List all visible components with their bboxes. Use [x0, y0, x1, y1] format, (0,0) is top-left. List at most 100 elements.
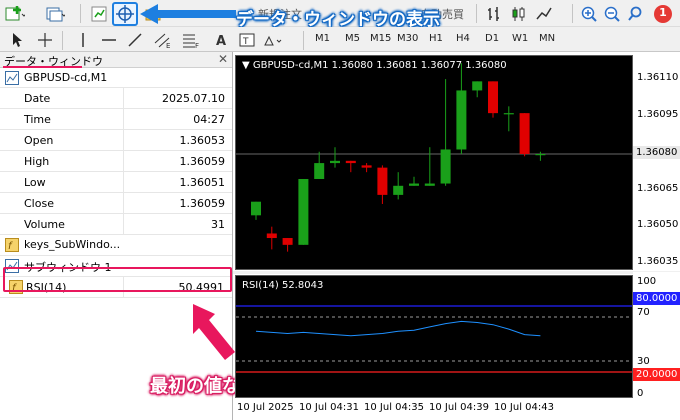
timeframe-w1[interactable]: W1 [512, 33, 528, 44]
zoom-out-button[interactable] [601, 3, 623, 24]
zoom-out-icon [604, 6, 620, 22]
timeframe-m15[interactable]: M15 [370, 33, 391, 44]
horizontal-line-icon [102, 38, 116, 41]
zoom-in-button[interactable] [578, 3, 600, 24]
timeframe-m5[interactable]: M5 [345, 33, 360, 44]
label-tool-button[interactable]: T [236, 29, 258, 50]
candle-body [393, 185, 404, 195]
close-icon[interactable]: ✕ [218, 52, 228, 66]
fibonacci-icon: F [183, 34, 199, 49]
vertical-line-button[interactable] [72, 29, 94, 50]
symbol-row: GBPUSD-cd,M1 [0, 68, 232, 88]
candle [424, 147, 435, 186]
current-price-tag: 1.36080 [633, 146, 680, 159]
profiles-icon [46, 7, 65, 21]
rsi-subwindow[interactable]: RSI(14) 52.8043 [235, 275, 633, 398]
cursor-button[interactable] [6, 29, 28, 50]
cursor-icon [13, 32, 22, 47]
indicator-label: keys_SubWindo... [24, 238, 121, 251]
line-chart-button[interactable] [533, 3, 555, 24]
timeframe-d1[interactable]: D1 [485, 33, 499, 44]
text-icon: A [216, 34, 226, 49]
candle [314, 151, 325, 179]
timeframe-mn[interactable]: MN [539, 33, 555, 44]
market-watch-button[interactable] [88, 3, 110, 24]
candle [282, 238, 293, 252]
svg-text:E: E [166, 42, 170, 49]
new-chart-icon [5, 5, 25, 20]
price-tick: 1.36095 [637, 109, 679, 120]
time-scale[interactable]: 10 Jul 2025 10 Jul 04:31 10 Jul 04:35 10… [233, 398, 680, 420]
candle [535, 151, 546, 161]
table-row: Low 1.36051 [0, 172, 232, 193]
indicator-icon: f [5, 238, 19, 252]
candlestick-icon [512, 6, 525, 21]
text-tool-button[interactable]: A [210, 29, 232, 50]
row-key: Low [24, 176, 46, 189]
candle [251, 201, 261, 220]
candle [488, 81, 498, 118]
vertical-line-icon [82, 32, 84, 47]
crosshair-icon [116, 4, 134, 23]
row-key: Time [24, 113, 51, 126]
drawing-toolbar: E F A T M1 M5 M15 M30 H1 H4 D1 W1 MN [0, 27, 680, 52]
timeframe-h1[interactable]: H1 [429, 33, 443, 44]
candlestick-button[interactable] [508, 3, 530, 24]
rsi-tick: 100 [637, 276, 657, 287]
svg-text:T: T [242, 37, 249, 47]
data-window-button[interactable] [114, 3, 136, 24]
row-value: 1.36053 [179, 134, 226, 147]
candle [298, 178, 309, 245]
indicator-row: f keys_SubWindo... [0, 235, 232, 256]
search-button[interactable] [624, 3, 646, 24]
timeframe-m30[interactable]: M30 [397, 33, 418, 44]
price-tick: 1.36110 [637, 72, 679, 83]
candlestick-series [236, 63, 632, 252]
rsi-scale[interactable]: 100 80.0000 70 30 20.0000 0 [633, 272, 680, 402]
channel-button[interactable]: E [152, 29, 174, 50]
candle [409, 176, 419, 186]
fibonacci-button[interactable]: F [180, 29, 202, 50]
price-scale[interactable]: 1.36110 1.36095 1.36080 1.36065 1.36050 … [633, 52, 680, 272]
table-row: Time 04:27 [0, 109, 232, 130]
rsi-series [236, 305, 632, 373]
new-chart-button[interactable] [4, 3, 26, 24]
horizontal-line-button[interactable] [98, 29, 120, 50]
time-tick: 10 Jul 04:43 [494, 402, 554, 413]
rsi-level-low-tag: 20.0000 [633, 368, 680, 381]
time-tick: 10 Jul 2025 [237, 402, 294, 413]
market-watch-icon [91, 6, 107, 21]
svg-text:F: F [195, 42, 199, 49]
shapes-button[interactable] [262, 29, 284, 50]
row-key: Open [24, 134, 54, 147]
candle-body [488, 81, 498, 114]
crosshair-tool-button[interactable] [34, 29, 56, 50]
candle-body [503, 113, 514, 115]
time-tick: 10 Jul 04:39 [429, 402, 489, 413]
row-value: 1.36059 [179, 197, 226, 210]
notifications-button[interactable]: 1 [652, 3, 674, 24]
trendline-button[interactable] [124, 29, 146, 50]
row-value: 1.36059 [179, 155, 226, 168]
price-tick: 1.36035 [637, 256, 679, 267]
price-chart[interactable]: ▼ GBPUSD-cd,M1 1.36080 1.36081 1.36077 1… [235, 55, 633, 270]
candle-body [519, 113, 530, 155]
channel-icon: E [154, 33, 170, 49]
candle [472, 81, 483, 98]
candle-body [330, 160, 340, 164]
candle-body [282, 238, 293, 245]
crosshair-tool-icon [38, 32, 52, 47]
candle [266, 226, 277, 250]
timeframe-m1[interactable]: M1 [315, 33, 330, 44]
chart-window-icon [5, 71, 19, 85]
bar-chart-icon [488, 6, 499, 21]
candle-body [345, 160, 356, 164]
rsi-tick: 30 [637, 356, 650, 367]
timeframe-h4[interactable]: H4 [456, 33, 470, 44]
profiles-button[interactable] [44, 3, 66, 24]
search-icon [628, 6, 642, 21]
pane-separator[interactable] [233, 271, 680, 274]
table-row: Volume 31 [0, 214, 232, 235]
rsi-tick: 70 [637, 307, 650, 318]
bar-chart-button[interactable] [483, 3, 505, 24]
